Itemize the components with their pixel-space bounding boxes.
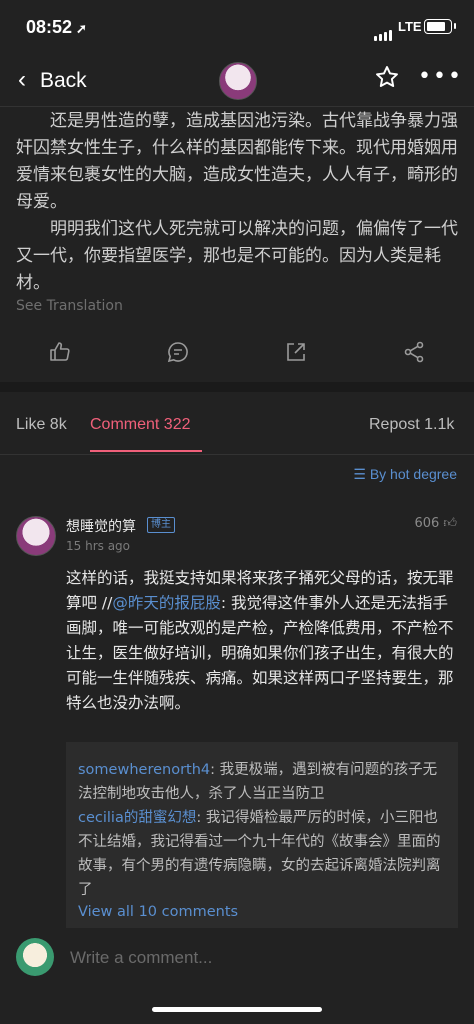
share-icon[interactable]: [284, 340, 308, 364]
battery-icon: [424, 19, 456, 34]
reply-author[interactable]: cecilia的甜蜜幻想: [78, 810, 196, 826]
comment-time: 15 hrs ago: [66, 539, 131, 553]
tab-repost[interactable]: Repost 1.1k: [369, 416, 454, 434]
chevron-left-icon: ‹: [18, 66, 26, 93]
reply-thread: somewherenorth4: 我更极端，遇到被有问题的孩子无法控制地攻击他人…: [66, 742, 458, 928]
view-all-comments-link[interactable]: View all 10 comments: [78, 904, 238, 920]
comment-input[interactable]: Write a comment...: [70, 948, 212, 968]
sort-label: By hot degree: [369, 466, 457, 482]
tab-comment[interactable]: Comment 322: [90, 416, 191, 434]
location-arrow-icon: ➚: [76, 21, 87, 36]
thumb-up-icon: 👍︎: [443, 516, 457, 531]
post-paragraph: 明明我们这代人死完就可以解决的问题，偏偏传了一代又一代，你要指望医学，那也是不可…: [16, 219, 458, 293]
back-label: Back: [40, 69, 87, 92]
comment-icon[interactable]: [166, 340, 190, 364]
status-time: 08:52 ➚: [26, 17, 87, 37]
repost-icon[interactable]: [402, 340, 426, 364]
status-bar: 08:52 ➚ LTE: [0, 0, 474, 56]
more-icon[interactable]: •••: [418, 64, 463, 89]
author-badge: 博主: [147, 517, 175, 533]
back-button[interactable]: ‹ Back: [18, 66, 87, 94]
comment-composer: Write a comment...: [0, 936, 474, 986]
home-indicator[interactable]: [152, 1007, 322, 1012]
tab-like[interactable]: Like 8k: [16, 416, 67, 434]
comment-like-button[interactable]: 606 👍︎: [414, 516, 457, 531]
engagement-tabs: Like 8k Comment 322 Repost 1.1k: [0, 402, 474, 455]
commenter-avatar[interactable]: [16, 516, 56, 556]
sort-icon: ☰: [353, 466, 366, 482]
network-type: LTE: [398, 19, 422, 34]
mention-link[interactable]: @昨天的报屁股: [112, 594, 221, 612]
active-tab-indicator: [90, 450, 202, 452]
post-text: 还是男性造的孽，造成基因池污染。古代靠战争暴力强奸囚禁女性生子，什么样的基因都能…: [16, 108, 458, 297]
post-paragraph: 还是男性造的孽，造成基因池污染。古代靠战争暴力强奸囚禁女性生子，什么样的基因都能…: [16, 111, 458, 212]
see-translation-link[interactable]: See Translation: [16, 298, 123, 314]
nav-bar: ‹ Back •••: [0, 56, 474, 107]
post-action-bar: [0, 340, 474, 374]
author-avatar[interactable]: [219, 62, 257, 100]
sort-button[interactable]: ☰ By hot degree: [353, 466, 457, 483]
section-divider: [0, 382, 474, 392]
comment-body: 这样的话，我挺支持如果将来孩子捅死父母的话，按无罪算吧 //@昨天的报屁股: 我…: [66, 566, 458, 716]
reply-author[interactable]: somewherenorth4: [78, 762, 210, 778]
commenter-name[interactable]: 想睡觉的算: [66, 516, 136, 536]
like-icon[interactable]: [48, 340, 72, 364]
star-icon[interactable]: [374, 64, 400, 90]
comment-like-count: 606: [414, 516, 440, 531]
reply-item[interactable]: somewherenorth4: 我更极端，遇到被有问题的孩子无法控制地攻击他人…: [78, 758, 448, 806]
reply-item[interactable]: cecilia的甜蜜幻想: 我记得婚检最严厉的时候，小三阳也不让结婚，我记得看过…: [78, 806, 448, 902]
signal-icon: [374, 22, 394, 41]
user-avatar: [16, 938, 54, 976]
